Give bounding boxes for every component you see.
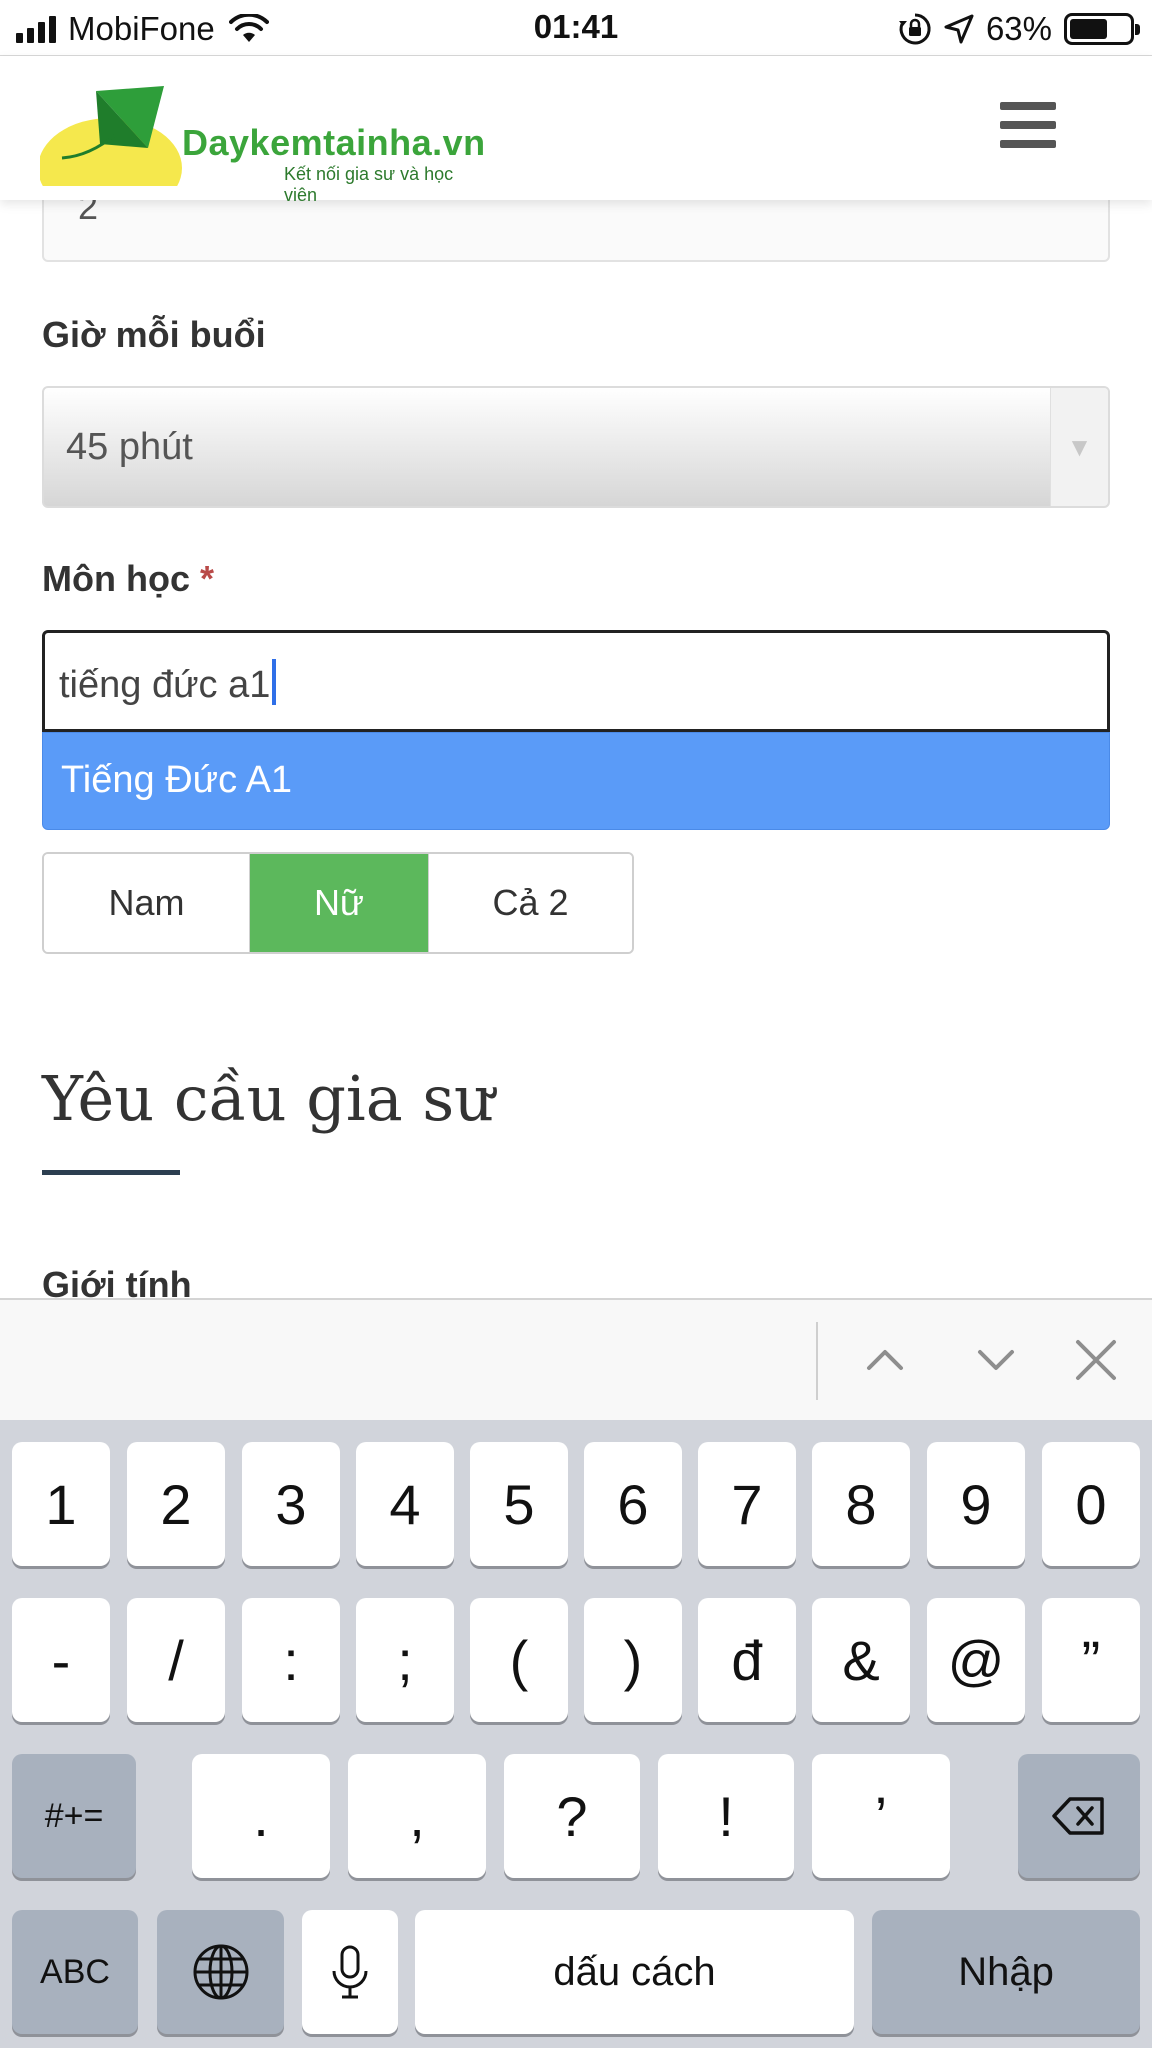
subject-input-value: tiếng đức a1 bbox=[59, 659, 277, 707]
subject-label-text: Môn học bbox=[42, 558, 190, 599]
section-title: Yêu cầu gia sư bbox=[42, 1062, 495, 1135]
battery-percent: 63% bbox=[985, 10, 1052, 47]
sessions-input[interactable]: 2 bbox=[42, 200, 1110, 262]
subject-label: Môn học * bbox=[42, 558, 214, 600]
key-abc[interactable]: ABC bbox=[12, 1910, 138, 2034]
key-quote[interactable]: ” bbox=[1042, 1598, 1140, 1722]
chevron-down-icon: ▼ bbox=[1050, 388, 1108, 506]
backspace-icon[interactable] bbox=[1018, 1754, 1140, 1878]
chevron-up-icon[interactable] bbox=[855, 1330, 915, 1390]
status-right: 63% bbox=[898, 10, 1140, 48]
session-hours-select[interactable]: 45 phút ▼ bbox=[42, 386, 1110, 508]
chevron-down-icon[interactable] bbox=[966, 1330, 1026, 1390]
key-7[interactable]: 7 bbox=[698, 1442, 796, 1566]
rotation-lock-icon bbox=[898, 13, 931, 45]
key-3[interactable]: 3 bbox=[242, 1442, 340, 1566]
tutor-gender-label: Giới tính bbox=[42, 1264, 192, 1298]
required-mark: * bbox=[200, 558, 215, 599]
logo-subtitle: Kết nối gia sư và học viên bbox=[284, 164, 454, 205]
session-hours-value: 45 phút bbox=[66, 426, 193, 468]
gender-option-female[interactable]: Nữ bbox=[250, 854, 428, 952]
key-open-paren[interactable]: ( bbox=[470, 1598, 568, 1722]
subject-input[interactable]: tiếng đức a1 bbox=[42, 630, 1110, 732]
site-header: Daykemtainha.vn Kết nối gia sư và học vi… bbox=[0, 56, 1152, 205]
close-icon[interactable] bbox=[1066, 1330, 1126, 1390]
subject-suggestion-text: Tiếng Đức A1 bbox=[61, 759, 293, 801]
hamburger-menu-icon[interactable] bbox=[1000, 102, 1056, 148]
key-question[interactable]: ? bbox=[504, 1754, 640, 1878]
key-4[interactable]: 4 bbox=[356, 1442, 454, 1566]
key-8[interactable]: 8 bbox=[812, 1442, 910, 1566]
key-5[interactable]: 5 bbox=[470, 1442, 568, 1566]
key-exclamation[interactable]: ! bbox=[658, 1754, 794, 1878]
battery-icon bbox=[1064, 13, 1140, 45]
key-6[interactable]: 6 bbox=[584, 1442, 682, 1566]
key-semicolon[interactable]: ; bbox=[356, 1598, 454, 1722]
gender-toggle: Nam Nữ Cả 2 bbox=[42, 852, 634, 954]
form-area: 2 Giờ mỗi buổi 45 phút ▼ Môn học * tiếng… bbox=[0, 200, 1152, 1298]
key-period[interactable]: . bbox=[192, 1754, 330, 1878]
key-2[interactable]: 2 bbox=[127, 1442, 225, 1566]
kite-logo-icon bbox=[40, 86, 182, 186]
gender-option-male[interactable]: Nam bbox=[44, 854, 250, 952]
subject-suggestion[interactable]: Tiếng Đức A1 bbox=[42, 732, 1110, 830]
title-underline bbox=[42, 1170, 180, 1175]
sessions-input-value: 2 bbox=[78, 200, 99, 227]
key-symbols[interactable]: #+= bbox=[12, 1754, 136, 1878]
keyboard: 1 2 3 4 5 6 7 8 9 0 - / : ; ( ) đ & @ ” … bbox=[0, 1420, 1152, 2048]
globe-icon[interactable] bbox=[157, 1910, 284, 2034]
accessory-divider bbox=[816, 1322, 818, 1400]
session-hours-label: Giờ mỗi buổi bbox=[42, 314, 266, 355]
status-bar: MobiFone 01:41 63% bbox=[0, 0, 1152, 56]
site-logo[interactable]: Daykemtainha.vn Kết nối gia sư và học vi… bbox=[40, 86, 485, 205]
key-0[interactable]: 0 bbox=[1042, 1442, 1140, 1566]
key-d-stroke[interactable]: đ bbox=[698, 1598, 796, 1722]
battery-fill bbox=[1070, 19, 1107, 39]
microphone-icon[interactable] bbox=[302, 1910, 398, 2034]
key-apostrophe[interactable]: ’ bbox=[812, 1754, 950, 1878]
key-hyphen[interactable]: - bbox=[12, 1598, 110, 1722]
subject-input-text: tiếng đức a1 bbox=[59, 664, 271, 706]
logo-title: Daykemtainha.vn bbox=[182, 122, 486, 163]
key-ampersand[interactable]: & bbox=[812, 1598, 910, 1722]
key-space[interactable]: dấu cách bbox=[415, 1910, 854, 2034]
text-caret bbox=[272, 659, 277, 705]
location-arrow-icon bbox=[944, 14, 974, 44]
key-return[interactable]: Nhập bbox=[872, 1910, 1140, 2034]
key-slash[interactable]: / bbox=[127, 1598, 225, 1722]
key-close-paren[interactable]: ) bbox=[584, 1598, 682, 1722]
key-at[interactable]: @ bbox=[927, 1598, 1025, 1722]
keyboard-accessory-bar bbox=[0, 1298, 1152, 1420]
gender-option-both[interactable]: Cả 2 bbox=[428, 854, 632, 952]
key-1[interactable]: 1 bbox=[12, 1442, 110, 1566]
key-9[interactable]: 9 bbox=[927, 1442, 1025, 1566]
key-comma[interactable]: , bbox=[348, 1754, 486, 1878]
key-colon[interactable]: : bbox=[242, 1598, 340, 1722]
